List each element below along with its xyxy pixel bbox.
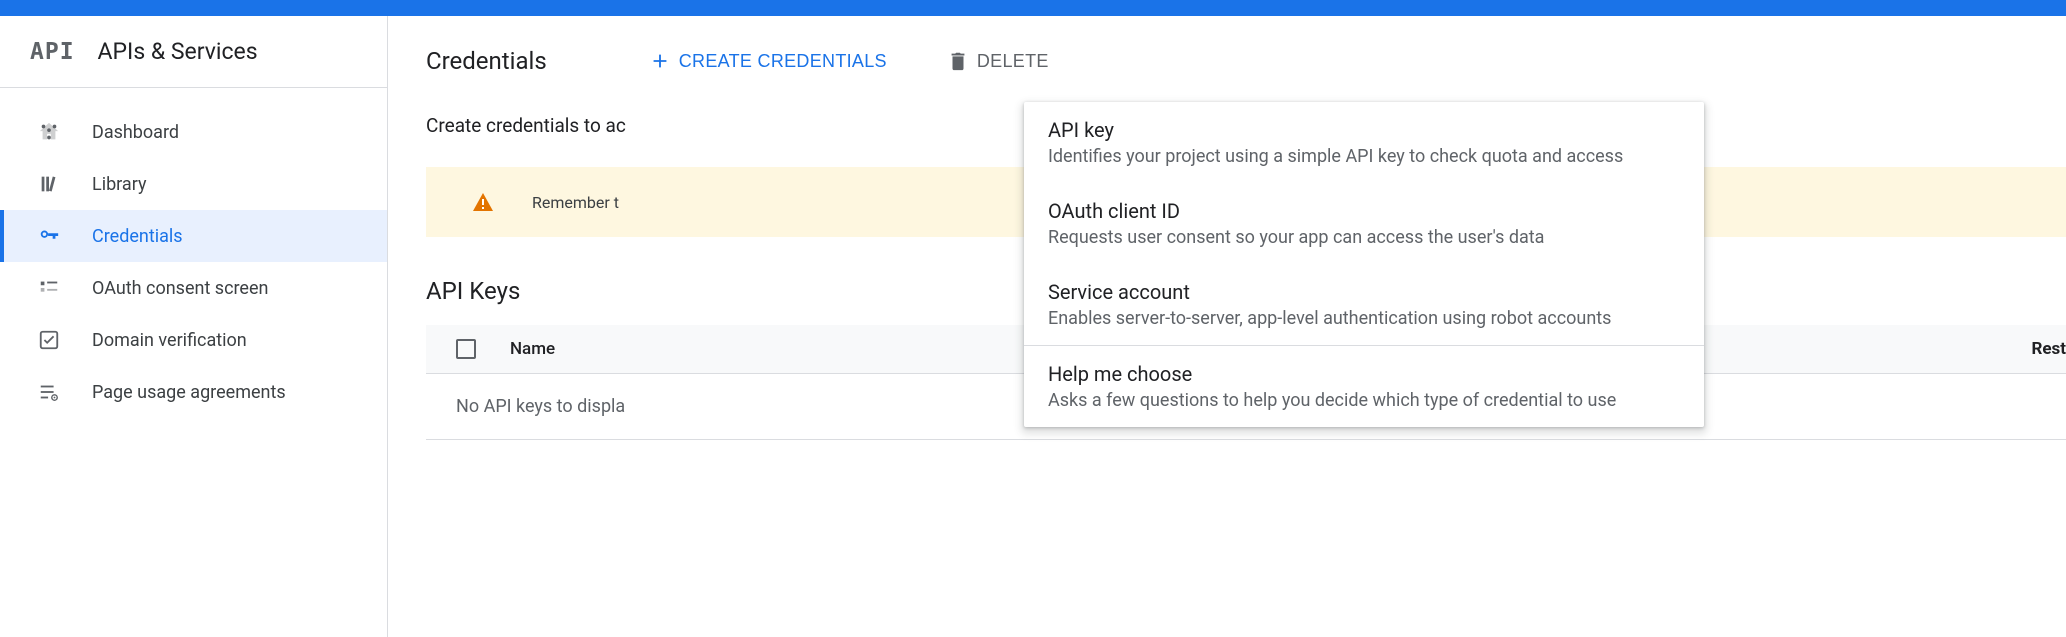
top-blue-bar: [0, 0, 2066, 16]
sidebar-item-credentials[interactable]: Credentials: [0, 210, 387, 262]
api-logo: API: [30, 39, 75, 65]
dropdown-item-desc: Enables server-to-server, app-level auth…: [1048, 308, 1680, 329]
select-all-checkbox[interactable]: [456, 339, 476, 359]
alert-text: Remember t: [532, 193, 619, 212]
delete-button[interactable]: DELETE: [935, 42, 1061, 80]
main-header: Credentials CREATE CREDENTIALS DELETE: [388, 16, 2066, 106]
sidebar: API APIs & Services Dashboard Library: [0, 16, 388, 637]
delete-label: DELETE: [977, 51, 1049, 72]
app-container: API APIs & Services Dashboard Library: [0, 16, 2066, 637]
sidebar-item-label: Library: [92, 174, 147, 195]
consent-icon: [38, 277, 60, 299]
dropdown-item-title: Help me choose: [1048, 362, 1680, 386]
create-credentials-button[interactable]: CREATE CREDENTIALS: [637, 42, 899, 80]
sidebar-item-library[interactable]: Library: [0, 158, 387, 210]
sidebar-item-label: Domain verification: [92, 330, 247, 351]
dropdown-item-api-key[interactable]: API key Identifies your project using a …: [1024, 102, 1704, 183]
key-icon: [38, 225, 60, 247]
column-name: Name: [510, 339, 555, 359]
warning-icon: [472, 191, 494, 213]
sidebar-header: API APIs & Services: [0, 16, 387, 88]
sidebar-item-label: OAuth consent screen: [92, 278, 268, 299]
dropdown-item-oauth-client[interactable]: OAuth client ID Requests user consent so…: [1024, 183, 1704, 264]
main-content: Credentials CREATE CREDENTIALS DELETE Cr…: [388, 16, 2066, 637]
create-credentials-dropdown: API key Identifies your project using a …: [1024, 102, 1704, 427]
sidebar-item-domain-verification[interactable]: Domain verification: [0, 314, 387, 366]
dropdown-item-desc: Asks a few questions to help you decide …: [1048, 390, 1680, 411]
column-restrictions: Rest: [2031, 339, 2066, 359]
plus-icon: [649, 50, 671, 72]
create-label: CREATE CREDENTIALS: [679, 51, 887, 72]
dropdown-item-desc: Identifies your project using a simple A…: [1048, 146, 1680, 167]
dropdown-item-desc: Requests user consent so your app can ac…: [1048, 227, 1680, 248]
sidebar-item-oauth-consent[interactable]: OAuth consent screen: [0, 262, 387, 314]
sidebar-title: APIs & Services: [98, 38, 258, 65]
library-icon: [38, 173, 60, 195]
sidebar-item-dashboard[interactable]: Dashboard: [0, 106, 387, 158]
sidebar-item-label: Dashboard: [92, 122, 179, 143]
dropdown-item-title: Service account: [1048, 280, 1680, 304]
check-icon: [38, 329, 60, 351]
dropdown-item-title: API key: [1048, 118, 1680, 142]
settings-list-icon: [38, 381, 60, 403]
sidebar-item-label: Credentials: [92, 226, 183, 247]
trash-icon: [947, 50, 969, 72]
dropdown-item-help-choose[interactable]: Help me choose Asks a few questions to h…: [1024, 346, 1704, 427]
sidebar-item-label: Page usage agreements: [92, 382, 286, 403]
sidebar-item-page-usage[interactable]: Page usage agreements: [0, 366, 387, 418]
sidebar-nav: Dashboard Library Credentials OAuth cons…: [0, 88, 387, 418]
page-title: Credentials: [426, 47, 547, 75]
dashboard-icon: [38, 121, 60, 143]
dropdown-item-service-account[interactable]: Service account Enables server-to-server…: [1024, 264, 1704, 345]
dropdown-item-title: OAuth client ID: [1048, 199, 1680, 223]
